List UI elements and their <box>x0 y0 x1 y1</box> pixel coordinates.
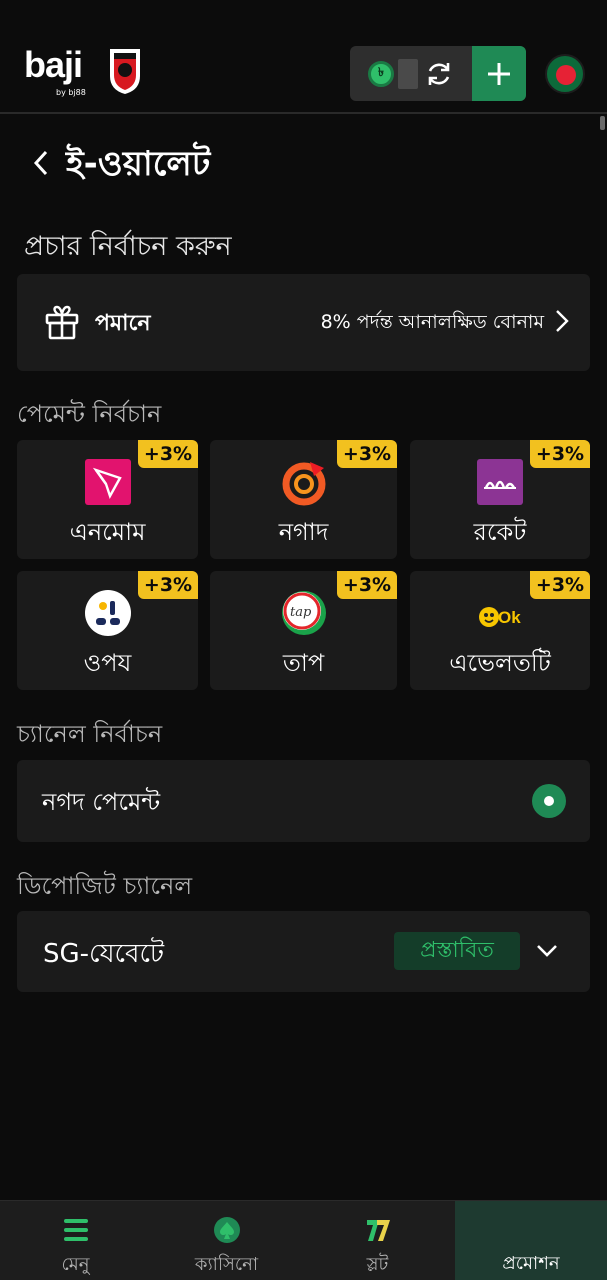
logo-subtext: by bj88 <box>56 88 86 97</box>
refresh-icon[interactable] <box>424 59 454 89</box>
bottom-navigation: মেনু ক্যাসিনো স্লট প্রমোশন <box>0 1200 607 1280</box>
slot-777-icon <box>366 1220 390 1241</box>
bonus-badge: +3% <box>337 571 397 599</box>
bangladesh-flag-icon[interactable] <box>545 54 585 94</box>
radio-selected-icon[interactable] <box>532 784 566 818</box>
chevron-right-icon <box>556 310 569 332</box>
club-crest-icon <box>110 49 140 94</box>
bonus-badge: +3% <box>530 440 590 468</box>
bonus-badge: +3% <box>337 440 397 468</box>
svg-text:Ok: Ok <box>498 608 521 627</box>
promotion-name: পমানে <box>95 311 151 336</box>
menu-icon <box>63 1219 88 1241</box>
payment-method-nagad[interactable]: +3% নগাদ <box>210 440 397 559</box>
channel-section-title: চ্যানেল নির্বাচন <box>17 720 163 748</box>
payment-method-name: নগাদ <box>278 518 329 546</box>
chevron-down-icon[interactable] <box>535 941 559 961</box>
payment-method-ok-wallet[interactable]: +3% Ok এভেলতটি <box>410 571 590 690</box>
promotion-selector[interactable]: পমানে 8% পর্দন্ত আনালক্ষিড বোনাম <box>17 274 590 371</box>
bkash-logo-icon <box>84 459 131 505</box>
page-title: ই-ওয়ালেট <box>66 144 211 184</box>
gift-icon <box>45 305 79 340</box>
deposit-channel-section-title: ডিপোজিট চ্যানেল <box>17 872 193 900</box>
nav-label: মেনু <box>61 1254 90 1275</box>
ok-wallet-logo-icon: Ok <box>479 607 521 627</box>
payment-method-name: ওপয <box>83 649 132 677</box>
deposit-channel-dropdown[interactable]: SG-যেবেটে প্রস্তাবিত <box>17 911 590 992</box>
currency-coin-icon: ৳ <box>368 61 394 87</box>
nav-item-casino[interactable]: ক্যাসিনো <box>151 1201 302 1280</box>
scrollbar-thumb[interactable] <box>600 116 605 130</box>
logo-text: baji <box>24 44 83 85</box>
payment-method-tap[interactable]: +3% tap তাপ <box>210 571 397 690</box>
chevron-left-icon[interactable] <box>28 146 56 180</box>
plus-icon <box>488 62 510 85</box>
nagad-logo-icon <box>282 462 325 506</box>
nav-label: ক্যাসিনো <box>194 1254 259 1275</box>
nav-label: প্রমোশন <box>502 1253 560 1274</box>
payment-method-name: রকেট <box>473 518 527 546</box>
nav-item-slot[interactable]: স্লট <box>302 1201 453 1280</box>
balance-value <box>398 59 418 89</box>
channel-option[interactable]: নগদ পেমেন্ট <box>17 760 590 842</box>
deposit-add-button[interactable] <box>472 46 526 101</box>
payment-method-upay[interactable]: +3% ওপয <box>17 571 198 690</box>
promotion-section-title: প্রচার নির্বাচন করুন <box>24 231 232 262</box>
rocket-logo-icon <box>477 459 523 505</box>
payment-method-name: এনমোম <box>69 518 146 546</box>
nav-item-promotion[interactable]: প্রমোশন <box>455 1201 607 1280</box>
bonus-badge: +3% <box>138 571 198 599</box>
bonus-badge: +3% <box>138 440 198 468</box>
payment-method-name: তাপ <box>282 649 325 677</box>
deposit-channel-value: SG-যেবেটে <box>43 939 165 969</box>
payment-section-title: পেমেন্ট নির্বচান <box>17 400 162 428</box>
recommended-tag: প্রস্তাবিত <box>394 932 520 970</box>
nav-label: স্লট <box>366 1254 389 1275</box>
payment-method-name: এভেলতটি <box>449 649 551 677</box>
top-header: baji by bj88 ৳ <box>0 0 607 114</box>
bonus-badge: +3% <box>530 571 590 599</box>
channel-name: নগদ পেমেন্ট <box>42 788 161 816</box>
wallet-balance-box: ৳ <box>350 46 526 101</box>
nav-item-menu[interactable]: মেনু <box>0 1201 151 1280</box>
tap-logo-icon: tap <box>281 591 326 635</box>
payment-method-bkash[interactable]: +3% এনমোম <box>17 440 198 559</box>
promotion-description: 8% পর্দন্ত আনালক্ষিড বোনাম <box>320 311 544 333</box>
upay-logo-icon <box>84 590 131 636</box>
payment-method-rocket[interactable]: +3% রকেট <box>410 440 590 559</box>
casino-spade-icon <box>213 1217 240 1243</box>
svg-text:tap: tap <box>290 605 312 620</box>
baji-logo[interactable]: baji by bj88 <box>24 44 94 100</box>
